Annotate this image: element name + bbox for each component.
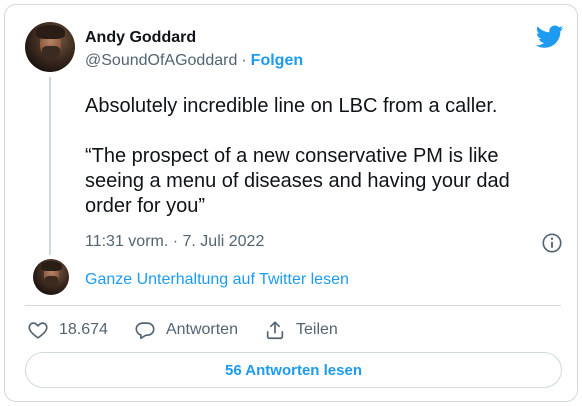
conversation-avatar[interactable] — [33, 259, 69, 295]
tweet-text-quote: “The prospect of a new conservative PM i… — [85, 145, 510, 217]
info-icon[interactable] — [541, 232, 563, 254]
read-replies-button[interactable]: 56 Antworten lesen — [25, 352, 562, 388]
like-count: 18.674 — [59, 321, 108, 338]
divider — [25, 305, 561, 306]
tweet-text-line-1: Absolutely incredible line on LBC from a… — [85, 95, 498, 117]
separator-dot: · — [241, 52, 247, 69]
tweet-text: Absolutely incredible line on LBC from a… — [85, 94, 555, 219]
tweet-timestamp[interactable]: 11:31 vorm. · 7. Juli 2022 — [85, 232, 264, 252]
heart-icon — [28, 322, 48, 339]
reply-label: Antworten — [165, 321, 238, 338]
tweet-actions: 18.674 Antworten Teilen — [27, 318, 364, 342]
author-handle-row: @SoundOfAGoddard · Folgen — [85, 51, 303, 71]
share-icon — [266, 321, 284, 340]
share-label: Teilen — [295, 321, 338, 338]
reply-button[interactable]: Antworten — [134, 319, 238, 341]
follow-button[interactable]: Folgen — [251, 52, 303, 69]
twitter-bird-icon[interactable] — [536, 25, 564, 49]
author-handle[interactable]: @SoundOfAGoddard — [85, 52, 237, 69]
author-avatar[interactable] — [25, 22, 75, 72]
share-button[interactable]: Teilen — [264, 319, 338, 341]
reply-bubble-icon — [135, 322, 155, 340]
author-name[interactable]: Andy Goddard — [85, 28, 196, 48]
read-conversation-link[interactable]: Ganze Unterhaltung auf Twitter lesen — [85, 270, 349, 290]
thread-connector-line — [49, 77, 51, 255]
like-button[interactable]: 18.674 — [27, 319, 108, 341]
tweet-embed-card: Andy Goddard @SoundOfAGoddard · Folgen Abs… — [4, 4, 578, 402]
